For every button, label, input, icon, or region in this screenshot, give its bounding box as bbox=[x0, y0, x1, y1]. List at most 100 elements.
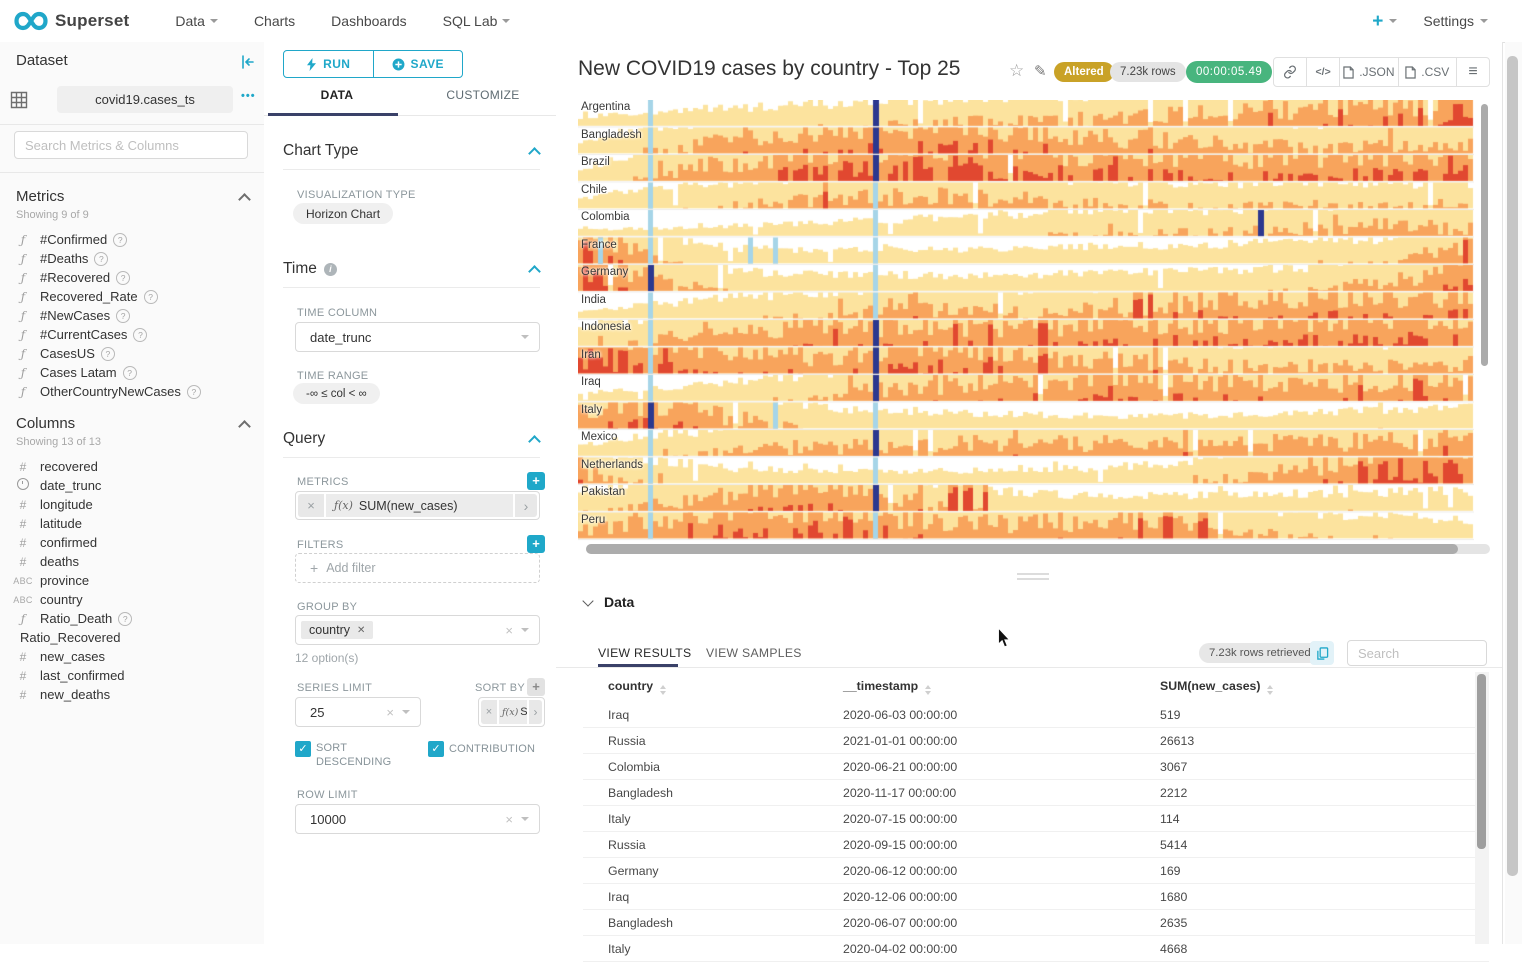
column-item[interactable]: # longitude ? bbox=[0, 495, 264, 514]
save-button[interactable]: SAVE bbox=[373, 51, 463, 77]
tab-data[interactable]: DATA bbox=[264, 88, 410, 102]
table-header-sum[interactable]: SUM(new_cases) bbox=[1160, 679, 1489, 695]
share-link-button[interactable] bbox=[1274, 58, 1306, 86]
horizon-chart[interactable] bbox=[578, 100, 1474, 542]
series-limit-select[interactable]: 25 × bbox=[295, 697, 421, 727]
nav-item-dashboards[interactable]: Dashboards bbox=[313, 13, 425, 29]
results-search-input[interactable] bbox=[1347, 640, 1487, 666]
viz-type-value[interactable]: Horizon Chart bbox=[293, 203, 393, 224]
group-by-select[interactable]: country ✕ × bbox=[295, 615, 540, 645]
column-item[interactable]: # recovered ? bbox=[0, 457, 264, 476]
add-filter-button[interactable]: + bbox=[527, 535, 545, 553]
clear-icon[interactable]: × bbox=[386, 705, 394, 720]
link-icon bbox=[1283, 65, 1297, 79]
collapse-metrics-icon[interactable] bbox=[238, 193, 251, 206]
clear-icon[interactable]: × bbox=[505, 623, 513, 638]
copy-data-button[interactable] bbox=[1310, 641, 1334, 665]
collapse-chart-type-icon[interactable] bbox=[528, 147, 541, 160]
tab-customize[interactable]: CUSTOMIZE bbox=[410, 88, 556, 102]
nav-item-data[interactable]: Data bbox=[157, 13, 236, 29]
chevron-right-icon[interactable]: › bbox=[529, 700, 542, 724]
metric-item[interactable]: ƒ #Recovered ? bbox=[0, 268, 264, 287]
contribution-label: CONTRIBUTION bbox=[449, 741, 535, 757]
add-metric-button[interactable]: + bbox=[527, 472, 545, 490]
metric-item[interactable]: ƒ Recovered_Rate ? bbox=[0, 287, 264, 306]
sort-descending-checkbox[interactable]: ✓ bbox=[295, 741, 311, 757]
column-item[interactable]: # latitude ? bbox=[0, 514, 264, 533]
settings-menu[interactable]: Settings bbox=[1423, 13, 1488, 29]
page-scrollbar-track[interactable] bbox=[1505, 42, 1522, 944]
metric-item[interactable]: ƒ #Deaths ? bbox=[0, 249, 264, 268]
table-header-country[interactable]: country bbox=[583, 679, 843, 695]
column-item[interactable]: # deaths ? bbox=[0, 552, 264, 571]
row-limit-select[interactable]: 10000 × bbox=[295, 804, 540, 834]
metric-item[interactable]: ƒ OtherCountryNewCases ? bbox=[0, 382, 264, 401]
panel-resize-handle[interactable] bbox=[1017, 573, 1049, 575]
table-header-timestamp[interactable]: __timestamp bbox=[843, 679, 1160, 695]
collapse-query-icon[interactable] bbox=[528, 435, 541, 448]
clear-icon[interactable]: × bbox=[505, 812, 513, 827]
column-item[interactable]: # last_confirmed ? bbox=[0, 666, 264, 685]
altered-badge[interactable]: Altered bbox=[1054, 62, 1114, 82]
filters-label: FILTERS bbox=[297, 539, 344, 551]
add-sort-button[interactable]: + bbox=[527, 678, 545, 696]
search-input[interactable] bbox=[14, 131, 248, 159]
table-scrollbar-track[interactable] bbox=[1475, 672, 1489, 944]
edit-title-icon[interactable]: ✎ bbox=[1034, 62, 1047, 80]
plus-icon: + bbox=[1372, 12, 1383, 31]
remove-tag-icon[interactable]: ✕ bbox=[357, 625, 365, 636]
collapse-columns-icon[interactable] bbox=[238, 420, 251, 433]
contribution-checkbox[interactable]: ✓ bbox=[428, 741, 444, 757]
column-item[interactable]: ABC province ? bbox=[0, 571, 264, 590]
collapse-panel-icon[interactable] bbox=[240, 54, 256, 70]
group-by-tag[interactable]: country ✕ bbox=[301, 621, 373, 639]
metric-pill[interactable]: × ƒ(x) SUM(new_cases) › bbox=[295, 491, 540, 520]
remove-metric-icon[interactable]: × bbox=[298, 494, 324, 517]
metric-item[interactable]: ƒ #NewCases ? bbox=[0, 306, 264, 325]
metric-item[interactable]: ƒ #CurrentCases ? bbox=[0, 325, 264, 344]
column-item[interactable]: date_trunc ? bbox=[0, 476, 264, 495]
favorite-star-icon[interactable]: ☆ bbox=[1009, 61, 1024, 81]
nav-item-sql-lab[interactable]: SQL Lab bbox=[425, 13, 529, 29]
export-json-button[interactable]: .JSON bbox=[1339, 58, 1397, 86]
chart-menu-button[interactable]: ≡ bbox=[1456, 58, 1489, 86]
cell-sum: 519 bbox=[1160, 708, 1489, 722]
superset-logo[interactable]: Superset bbox=[14, 11, 129, 31]
page-scrollbar-thumb[interactable] bbox=[1507, 56, 1518, 876]
export-csv-button[interactable]: .CSV bbox=[1398, 58, 1456, 86]
column-item[interactable]: # new_deaths ? bbox=[0, 685, 264, 704]
metric-item[interactable]: ƒ Cases Latam ? bbox=[0, 363, 264, 382]
nav-item-charts[interactable]: Charts bbox=[236, 13, 313, 29]
chart-horizontal-scrollbar-thumb[interactable] bbox=[586, 544, 1458, 554]
column-item[interactable]: Ratio_Recovered ? bbox=[0, 628, 264, 647]
column-item[interactable]: ƒ Ratio_Death ? bbox=[0, 609, 264, 628]
column-item[interactable]: # confirmed ? bbox=[0, 533, 264, 552]
chart-horizontal-scrollbar-track[interactable] bbox=[586, 544, 1490, 554]
table-scrollbar-thumb[interactable] bbox=[1477, 674, 1486, 849]
time-column-select[interactable]: date_trunc bbox=[295, 322, 540, 352]
embed-code-button[interactable]: </> bbox=[1306, 58, 1339, 86]
collapse-time-icon[interactable] bbox=[528, 265, 541, 278]
cell-timestamp: 2020-06-21 00:00:00 bbox=[843, 760, 1160, 774]
add-filter-dropzone[interactable]: + Add filter bbox=[295, 553, 540, 583]
dataset-more-icon[interactable]: ••• bbox=[241, 90, 256, 102]
new-menu[interactable]: + bbox=[1372, 12, 1397, 31]
panel-resize-handle[interactable] bbox=[1017, 578, 1049, 580]
export-json-label: .JSON bbox=[1359, 65, 1394, 79]
run-button[interactable]: RUN bbox=[284, 51, 373, 77]
metric-item[interactable]: ƒ CasesUS ? bbox=[0, 344, 264, 363]
tab-view-results[interactable]: VIEW RESULTS bbox=[598, 646, 691, 660]
metric-item[interactable]: ƒ #Confirmed ? bbox=[0, 230, 264, 249]
time-range-value[interactable]: -∞ ≤ col < ∞ bbox=[293, 383, 380, 404]
sort-by-pill[interactable]: × ƒ(x) SUM(... › bbox=[478, 697, 545, 727]
table-row: Germany 2020-06-12 00:00:00 169 bbox=[583, 858, 1489, 884]
chevron-right-icon[interactable]: › bbox=[515, 494, 537, 517]
dataset-selector[interactable]: covid19.cases_ts bbox=[57, 86, 233, 113]
tab-view-samples[interactable]: VIEW SAMPLES bbox=[706, 646, 802, 660]
column-item[interactable]: # new_cases ? bbox=[0, 647, 264, 666]
fx-icon: ƒ(x) bbox=[502, 707, 518, 718]
chart-vertical-scrollbar[interactable] bbox=[1481, 104, 1488, 366]
remove-sort-icon[interactable]: × bbox=[481, 700, 497, 724]
column-item[interactable]: ABC country ? bbox=[0, 590, 264, 609]
collapse-data-icon[interactable] bbox=[582, 595, 593, 606]
